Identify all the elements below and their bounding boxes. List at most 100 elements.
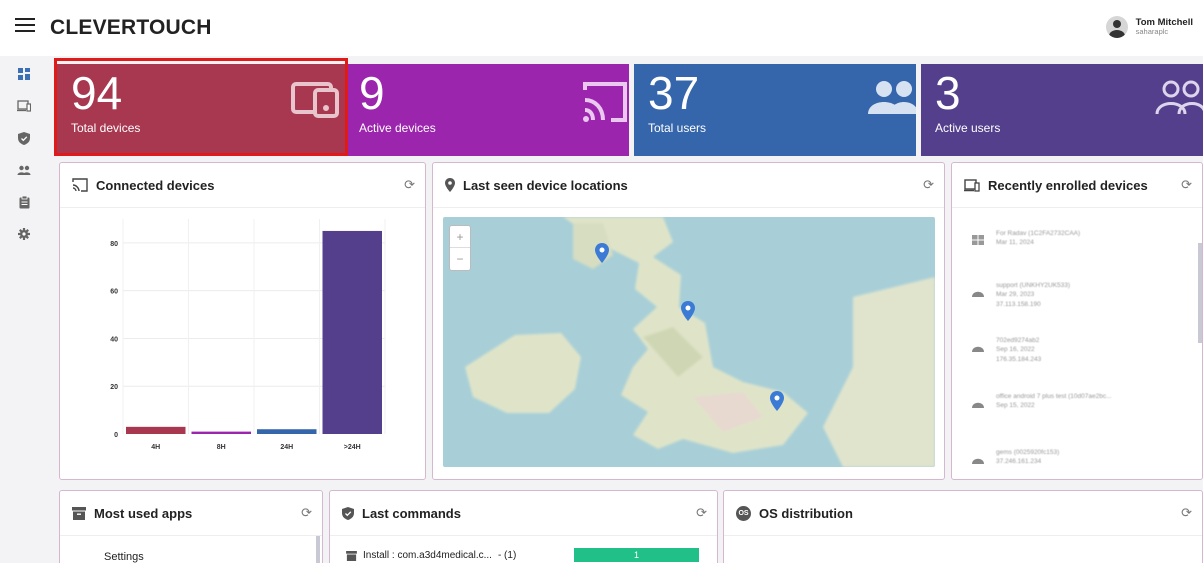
bar: [126, 426, 186, 434]
selection-highlight: [54, 58, 348, 156]
shield-icon[interactable]: [16, 130, 32, 146]
refresh-icon[interactable]: ⟳: [301, 505, 312, 521]
list-item[interactable]: office android 7 plus test (10d07ae2bc..…: [972, 392, 1112, 411]
scrollbar[interactable]: [1198, 243, 1202, 343]
device-name: office android 7 plus test (10d07ae2bc..…: [996, 393, 1112, 400]
settings-icon[interactable]: [16, 226, 32, 242]
device-ip: 176.35.184.243: [996, 355, 1042, 363]
map-marker-icon[interactable]: [595, 243, 609, 263]
users-icon: [868, 81, 916, 114]
device-date: Mar 11, 2024: [996, 239, 1034, 247]
stat-value: 37: [648, 67, 700, 119]
stat-label: Total users: [648, 121, 707, 135]
app-name: Settings: [104, 551, 144, 563]
map-marker-icon[interactable]: [681, 301, 695, 321]
y-tick-label: 60: [110, 289, 118, 296]
map-tiles: [465, 217, 935, 467]
card-title: Last commands: [362, 505, 461, 521]
list-item[interactable]: For Radav (1C2FA2732CAA) Mar 11, 2024: [972, 229, 1080, 248]
recently-enrolled-card: Recently enrolled devices ⟳ For Radav (1…: [951, 162, 1203, 480]
command-bar: 1: [574, 548, 699, 562]
card-title: OS distribution: [759, 505, 853, 521]
y-tick-label: 20: [110, 384, 118, 391]
stat-value: 9: [359, 67, 385, 119]
y-tick-label: 80: [110, 241, 118, 248]
brand-logo: CLEVERTOUCH: [50, 16, 212, 39]
refresh-icon[interactable]: ⟳: [404, 177, 415, 193]
os-distribution-card: OS OS distribution ⟳: [723, 490, 1203, 563]
android-icon: [972, 458, 984, 464]
command-row[interactable]: Install : com.a3d4medical.c... - (1): [346, 550, 516, 561]
card-title: Connected devices: [96, 177, 215, 193]
top-bar: CLEVERTOUCH Tom Mitchell saharaplc: [0, 0, 1203, 56]
x-tick-label: 8H: [217, 444, 226, 451]
device-name: 702ed9274ab2: [996, 337, 1040, 344]
os-badge-icon: OS: [736, 505, 751, 521]
bar: [191, 431, 251, 434]
refresh-icon[interactable]: ⟳: [923, 177, 934, 193]
card-title: Last seen device locations: [463, 177, 628, 193]
cast-icon: [583, 82, 627, 122]
stat-active-users[interactable]: 3 Active users: [921, 64, 1203, 156]
command-text: Install : com.a3d4medical.c...: [363, 550, 492, 561]
device-locations-card: Last seen device locations ⟳ + −: [432, 162, 945, 480]
device-date: Sep 16, 2022: [996, 346, 1035, 354]
stat-label: Active users: [935, 121, 1001, 135]
cast-icon: [72, 178, 88, 192]
zoom-in-button[interactable]: +: [450, 226, 470, 248]
stat-label: Active devices: [359, 121, 436, 135]
clipboard-icon[interactable]: [16, 194, 32, 210]
device-name: support (UNKHY2UK533): [996, 282, 1071, 289]
stat-total-users[interactable]: 37 Total users: [634, 64, 916, 156]
device-date: Mar 29, 2023: [996, 291, 1035, 299]
bar: [257, 429, 317, 434]
x-tick-label: >24H: [344, 444, 361, 451]
android-icon: [972, 346, 984, 352]
y-tick-label: 40: [110, 336, 118, 343]
users-icon[interactable]: [16, 162, 32, 178]
card-title: Recently enrolled devices: [988, 177, 1148, 193]
avatar[interactable]: [1105, 16, 1128, 38]
android-icon: [972, 291, 984, 297]
map-marker-icon[interactable]: [770, 391, 784, 411]
x-tick-label: 4H: [151, 444, 160, 451]
stat-active-devices[interactable]: 9 Active devices: [345, 64, 629, 156]
users-icon: [1155, 80, 1203, 115]
card-title: Most used apps: [94, 505, 193, 521]
device-ip: 37.246.161.234: [996, 458, 1042, 466]
archive-icon: [346, 550, 357, 561]
list-item[interactable]: gems (0025920fc153) 37.246.161.234: [972, 448, 1059, 467]
zoom-out-button[interactable]: −: [450, 248, 470, 270]
user-org: saharaplc: [1135, 27, 1169, 37]
y-tick-label: 0: [114, 432, 118, 439]
refresh-icon[interactable]: ⟳: [1181, 505, 1192, 521]
device-map[interactable]: + −: [443, 217, 935, 467]
list-item[interactable]: support (UNKHY2UK533) Mar 29, 2023 37.113.…: [972, 281, 1070, 309]
archive-icon: [72, 506, 86, 520]
hamburger-menu-icon[interactable]: [13, 14, 37, 38]
sidebar: [0, 56, 47, 563]
command-count: - (1): [497, 550, 517, 561]
stat-value: 3: [935, 67, 961, 119]
shield-icon: [342, 506, 354, 520]
connected-devices-chart: 0 20 40 60 80 4H 8H 24H >24H: [110, 219, 386, 451]
android-icon: [972, 402, 984, 408]
device-ip: 37.113.158.190: [996, 300, 1041, 308]
refresh-icon[interactable]: ⟳: [1181, 177, 1192, 193]
devices-icon[interactable]: [16, 98, 32, 114]
map-zoom-control[interactable]: + −: [449, 225, 471, 271]
x-tick-label: 24H: [280, 444, 293, 451]
device-date: Sep 15, 2022: [996, 402, 1035, 410]
refresh-icon[interactable]: ⟳: [696, 505, 707, 521]
location-pin-icon: [445, 178, 455, 192]
bar: [322, 230, 382, 434]
devices-icon: [964, 178, 980, 192]
windows-icon: [972, 235, 984, 245]
dashboard-icon[interactable]: [16, 66, 32, 82]
scrollbar[interactable]: [316, 536, 320, 563]
last-commands-card: Last commands ⟳ Install : com.a3d4medica…: [329, 490, 718, 563]
device-name: For Radav (1C2FA2732CAA): [996, 230, 1081, 237]
connected-devices-card: Connected devices ⟳ 0 20 40 60 80 4H 8H 24H >24H: [59, 162, 426, 480]
user-menu[interactable]: Tom Mitchell saharaplc: [1105, 16, 1193, 38]
list-item[interactable]: 702ed9274ab2 Sep 16, 2022 176.35.184.243: [972, 336, 1041, 364]
